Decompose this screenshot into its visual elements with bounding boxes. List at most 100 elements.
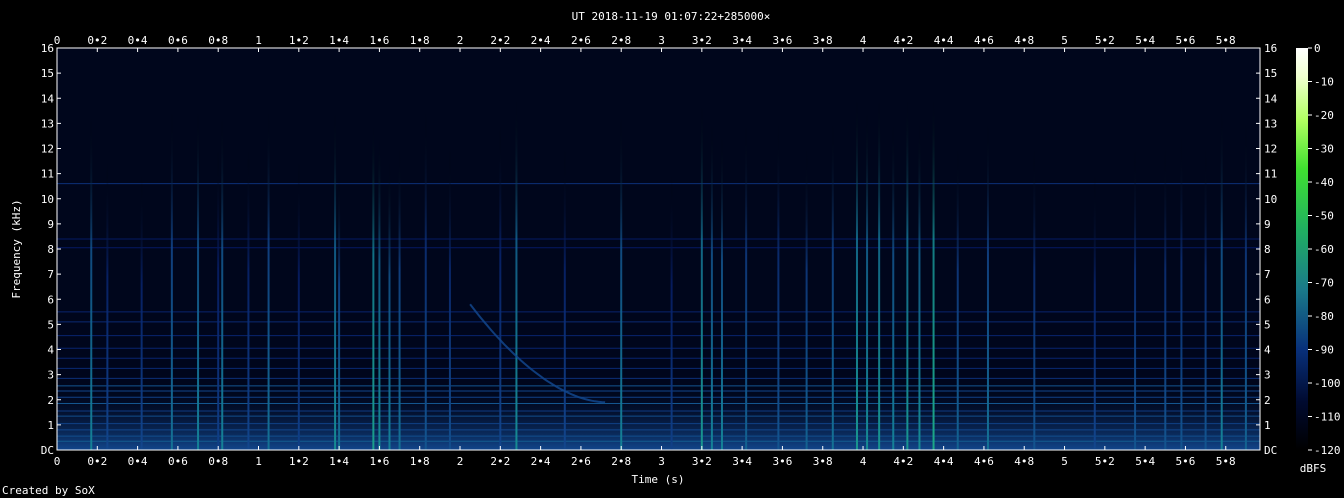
transient-mark — [878, 98, 881, 450]
x-tick-label-bottom: 4 — [860, 455, 867, 468]
y-tick-label-left: 13 — [41, 117, 54, 130]
transient-mark — [670, 173, 673, 450]
x-tick-label-bottom: 4•4 — [934, 455, 954, 468]
x-tick-label-bottom: 5•6 — [1176, 455, 1196, 468]
y-tick-label-right: 6 — [1264, 293, 1271, 306]
x-tick-label-bottom: 3•8 — [813, 455, 833, 468]
x-tick-label-top: 4 — [860, 34, 867, 47]
colorbar-label: dBFS — [1300, 462, 1327, 475]
transient-mark — [855, 98, 858, 450]
colorbar-ticks: 0 -10 -20 -30 -40 -50 -60 -70 -80 -90 -100 -110 -120 — [1308, 42, 1341, 457]
x-tick-label-top: 1 — [255, 34, 262, 47]
x-tick-label-top: 5•6 — [1176, 34, 1196, 47]
transient-mark — [1220, 110, 1223, 450]
transient-mark — [338, 173, 341, 450]
transient-mark — [170, 110, 173, 450]
x-tick-label-bottom: 2•2 — [490, 455, 510, 468]
transient-mark — [710, 123, 713, 450]
y-tick-label-left: 9 — [47, 218, 54, 231]
y-tick-label-right: 1 — [1264, 419, 1271, 432]
x-tick-label-bottom: 3•2 — [692, 455, 712, 468]
x-tick-label-top: 1•4 — [329, 34, 349, 47]
x-tick-label-bottom: 0•6 — [168, 455, 188, 468]
x-tick-label-bottom: 0•2 — [87, 455, 107, 468]
x-tick-label-top: 0•2 — [87, 34, 107, 47]
transient-mark — [1134, 148, 1137, 450]
y-tick-label-right: 13 — [1264, 117, 1277, 130]
colorbar-tick-label: -100 — [1314, 377, 1341, 390]
x-tick-label-bottom: 2•4 — [531, 455, 551, 468]
colorbar-tick-label: -30 — [1314, 143, 1334, 156]
transient-mark — [777, 123, 780, 450]
sox-credit: Created by SoX — [2, 484, 95, 497]
x-tick-label-top: 3•8 — [813, 34, 833, 47]
x-tick-label-top: 2•6 — [571, 34, 591, 47]
transient-mark — [217, 148, 220, 450]
x-tick-label-bottom: 3•6 — [772, 455, 792, 468]
x-tick-label-top: 2•8 — [611, 34, 631, 47]
y-tick-label-left: 2 — [47, 394, 54, 407]
x-tick-label-bottom: 1•8 — [410, 455, 430, 468]
x-tick-label-top: 3•6 — [772, 34, 792, 47]
transient-mark — [378, 135, 381, 450]
y-tick-label-right: 4 — [1264, 344, 1271, 357]
x-tick-label-bottom: 2•8 — [611, 455, 631, 468]
transient-mark — [140, 173, 143, 450]
x-tick-label-top: 1•8 — [410, 34, 430, 47]
x-tick-label-bottom: 4•8 — [1014, 455, 1034, 468]
colorbar-tick-label: -40 — [1314, 176, 1334, 189]
y-tick-label-right: 3 — [1264, 369, 1271, 382]
y-tick-label-left: 16 — [41, 42, 54, 55]
y-tick-label-left: 7 — [47, 268, 54, 281]
transient-mark — [1033, 148, 1036, 450]
x-tick-label-top: 4•6 — [974, 34, 994, 47]
chart-title: UT 2018-11-19 01:07:22+285000× — [572, 10, 771, 23]
x-tick-label-top: 5 — [1061, 34, 1068, 47]
colorbar-tick-label: -120 — [1314, 444, 1341, 457]
x-tick-label-top: 0•4 — [128, 34, 148, 47]
y-tick-label-right: 7 — [1264, 268, 1271, 281]
y-tick-label-left: 3 — [47, 369, 54, 382]
colorbar-tick-label: -70 — [1314, 277, 1334, 290]
x-tick-label-top: 4•8 — [1014, 34, 1034, 47]
transient-mark — [1093, 173, 1096, 450]
transient-mark — [932, 98, 935, 450]
x-tick-label-top: 4•4 — [934, 34, 954, 47]
transient-mark — [906, 98, 909, 450]
x-tick-label-bottom: 4•6 — [974, 455, 994, 468]
y-tick-label-left: 11 — [41, 168, 54, 181]
transient-mark — [1164, 148, 1167, 450]
transient-mark — [700, 103, 703, 451]
y-tick-label-right: 12 — [1264, 143, 1277, 156]
transient-mark — [398, 148, 401, 450]
transient-mark — [745, 123, 748, 450]
y-tick-label-right: 5 — [1264, 318, 1271, 331]
x-tick-label-bottom: 1•4 — [329, 455, 349, 468]
y-axis-label: Frequency (kHz) — [10, 199, 23, 298]
y-tick-label-right: 16 — [1264, 42, 1277, 55]
x-tick-label-top: 4•2 — [893, 34, 913, 47]
x-tick-label-top: 2•2 — [490, 34, 510, 47]
x-tick-label-top: 5•8 — [1216, 34, 1236, 47]
y-tick-label-left: 14 — [41, 92, 55, 105]
y-tick-label-right: 9 — [1264, 218, 1271, 231]
x-tick-label-bottom: 5•8 — [1216, 455, 1236, 468]
x-tick-label-top: 5•4 — [1135, 34, 1155, 47]
transient-mark — [499, 123, 502, 450]
transient-mark — [892, 123, 895, 450]
transient-mark — [334, 110, 337, 450]
y-tick-label-left: 8 — [47, 243, 54, 256]
transient-mark — [515, 98, 518, 450]
x-tick-label-bottom: 2 — [457, 455, 464, 468]
transient-mark — [372, 123, 375, 450]
y-tick-label-right: 10 — [1264, 193, 1277, 206]
transient-mark — [1204, 148, 1207, 450]
transient-mark — [805, 148, 808, 450]
y-tick-label-left: 12 — [41, 143, 54, 156]
transient-mark — [247, 148, 250, 450]
transient-mark — [956, 148, 959, 450]
x-tick-label-top: 1•2 — [289, 34, 309, 47]
transient-mark — [297, 161, 300, 450]
x-tick-label-bottom: 1•6 — [369, 455, 389, 468]
x-tick-label-bottom: 5•4 — [1135, 455, 1155, 468]
